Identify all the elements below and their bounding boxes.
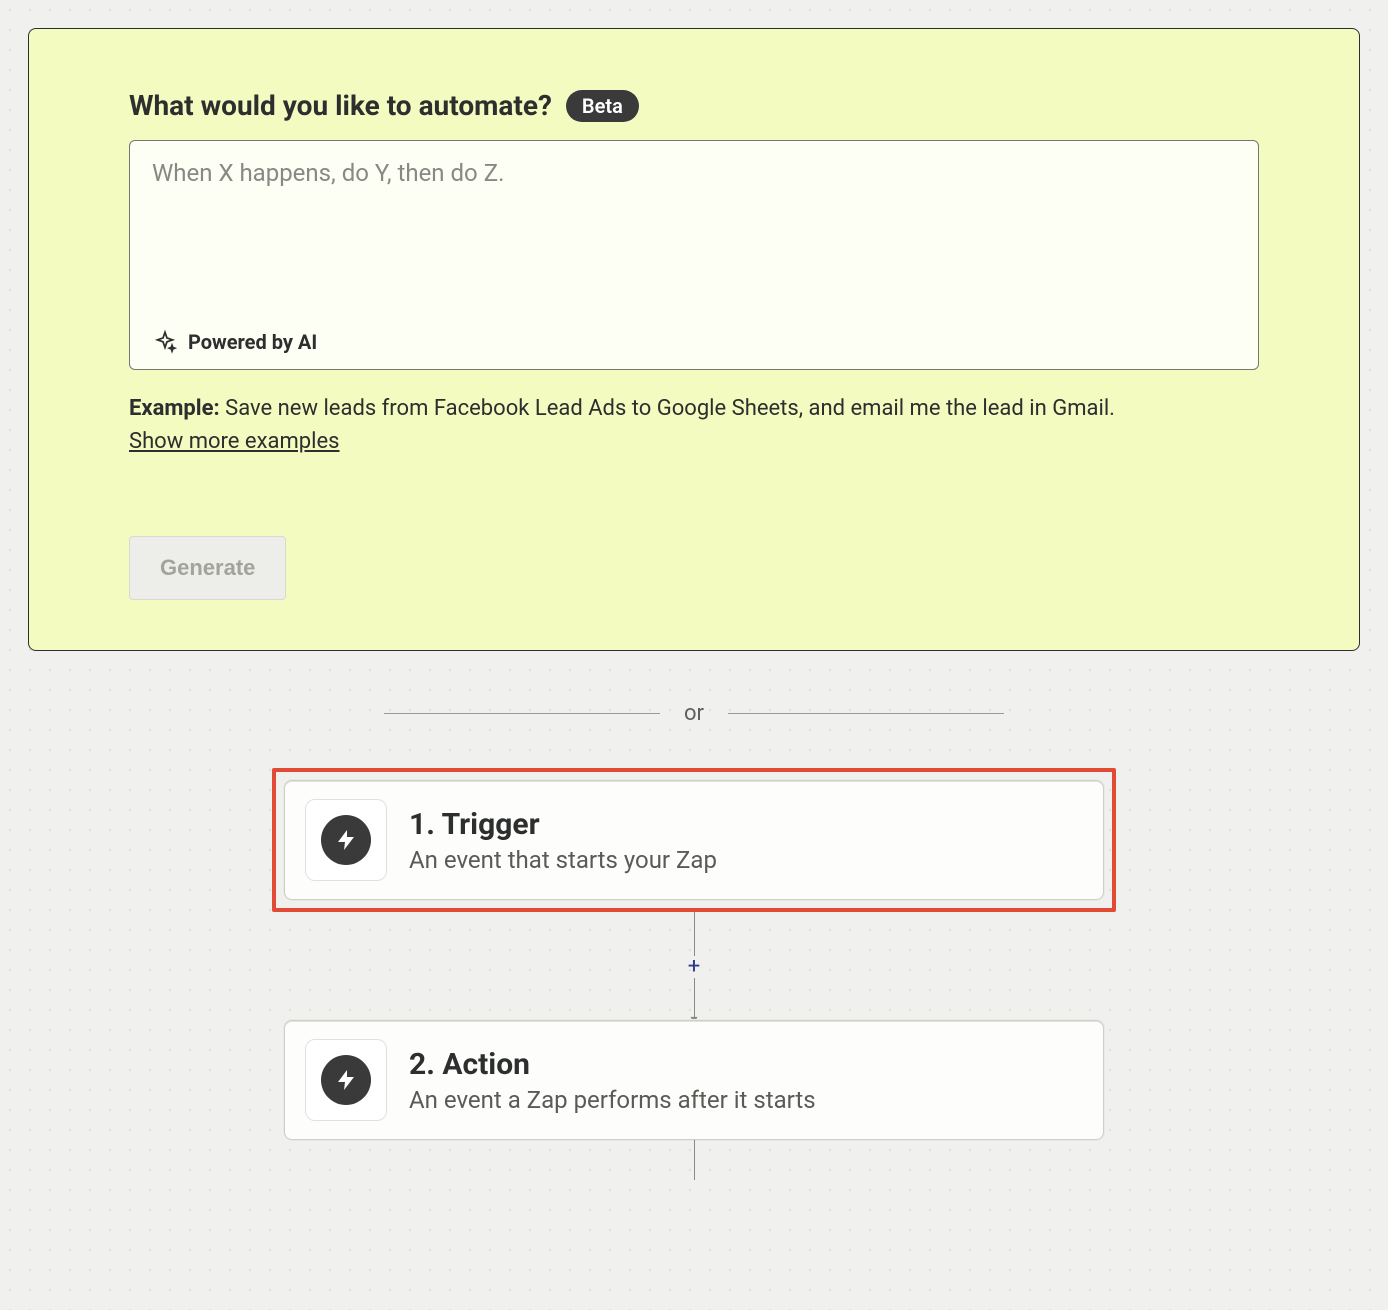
powered-by-label: Powered by AI	[188, 330, 317, 354]
sparkle-icon	[152, 329, 178, 355]
step-description: An event a Zap performs after it starts	[409, 1086, 816, 1114]
zap-icon	[321, 1055, 371, 1105]
trigger-step-card[interactable]: 1. Trigger An event that starts your Zap	[284, 780, 1104, 900]
trigger-highlight: 1. Trigger An event that starts your Zap	[272, 768, 1116, 912]
automate-prompt-input[interactable]	[152, 159, 1236, 321]
step-title: 2. Action	[409, 1047, 816, 1082]
zap-icon	[321, 815, 371, 865]
zap-flow: 1. Trigger An event that starts your Zap…	[28, 768, 1360, 1180]
connector-line	[694, 912, 695, 956]
step-title: 1. Trigger	[409, 807, 717, 842]
example-text: Save new leads from Facebook Lead Ads to…	[220, 396, 1115, 421]
divider-line	[384, 713, 660, 714]
connector-line	[694, 1140, 695, 1180]
or-text: or	[684, 701, 704, 726]
automate-heading: What would you like to automate?	[129, 89, 552, 122]
powered-by-row: Powered by AI	[152, 329, 1236, 355]
or-divider: or	[384, 701, 1004, 726]
example-block: Example: Save new leads from Facebook Le…	[129, 392, 1259, 458]
ai-automate-panel: What would you like to automate? Beta Po…	[28, 28, 1360, 651]
beta-badge: Beta	[566, 90, 639, 122]
show-more-examples-link[interactable]: Show more examples	[129, 425, 340, 458]
divider-line	[728, 713, 1004, 714]
step-icon-box	[305, 799, 387, 881]
generate-button[interactable]: Generate	[129, 536, 286, 600]
example-label: Example:	[129, 396, 220, 421]
step-icon-box	[305, 1039, 387, 1121]
action-step-card[interactable]: 2. Action An event a Zap performs after …	[284, 1020, 1104, 1140]
heading-row: What would you like to automate? Beta	[129, 89, 1259, 122]
add-step-button[interactable]: +	[683, 956, 705, 978]
step-description: An event that starts your Zap	[409, 846, 717, 874]
prompt-input-container: Powered by AI	[129, 140, 1259, 370]
